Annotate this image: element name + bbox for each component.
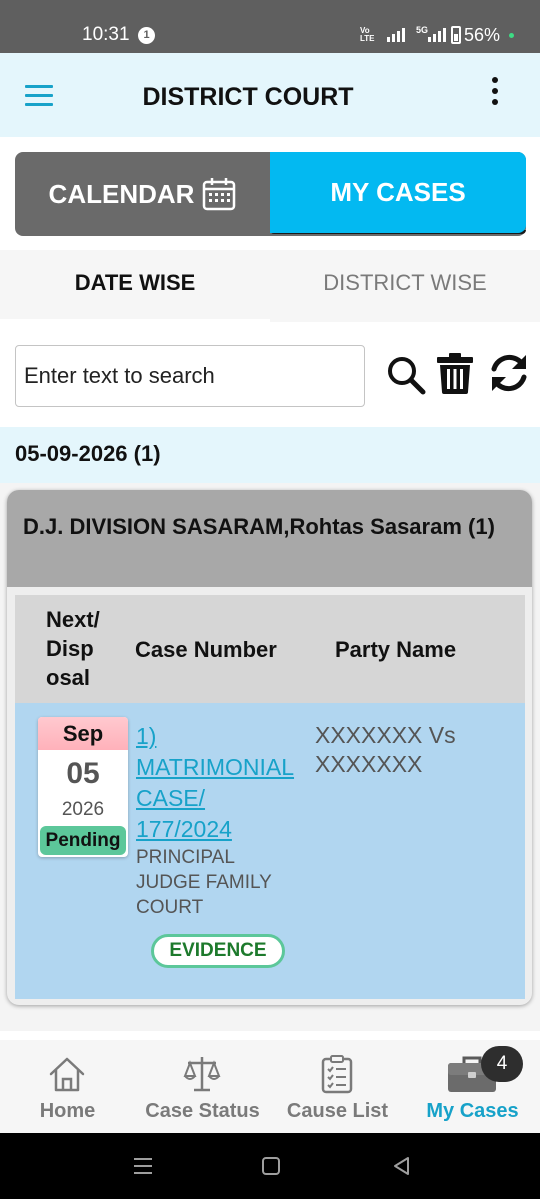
calendar-icon	[203, 178, 236, 211]
view-switcher: CALENDAR MY CASES	[15, 152, 526, 236]
date-month: Sep	[38, 717, 128, 750]
my-cases-count-badge: 4	[481, 1046, 523, 1082]
home-button-icon[interactable]	[262, 1157, 280, 1175]
search-icon[interactable]	[386, 355, 426, 395]
network-type: 5G	[416, 25, 429, 35]
signal-icon	[387, 28, 405, 42]
more-options-icon[interactable]	[488, 77, 502, 109]
battery-icon	[451, 26, 461, 44]
scales-icon	[183, 1057, 221, 1092]
next-date-badge: Sep 05 2026 Pending	[38, 717, 128, 857]
app-bar: DISTRICT COURT	[0, 53, 540, 137]
nav-case-status[interactable]: Case Status	[135, 1040, 270, 1133]
home-icon	[49, 1057, 85, 1092]
page-title: DISTRICT COURT	[142, 83, 354, 111]
case-stage-badge: EVIDENCE	[151, 934, 285, 968]
nav-case-status-label: Case Status	[145, 1100, 260, 1122]
status-bar: 10:31 1 Vo LTE 5G 56%	[0, 0, 540, 53]
nav-home[interactable]: Home	[0, 1040, 135, 1133]
column-party-name: Party Name	[335, 637, 457, 662]
date-day: 05	[66, 757, 100, 790]
tab-date-wise[interactable]: DATE WISE	[0, 250, 270, 322]
search-input[interactable]	[15, 345, 365, 407]
status-time: 10:31	[82, 24, 130, 45]
clipboard-icon	[321, 1055, 353, 1094]
subtab-bar: DATE WISE DISTRICT WISE	[0, 250, 540, 322]
volte-indicator: Vo LTE	[360, 26, 375, 43]
system-navigation-bar	[0, 1133, 540, 1199]
battery-level: 56%	[464, 25, 501, 45]
nav-cause-list-label: Cause List	[286, 1100, 389, 1122]
my-cases-tab[interactable]: MY CASES	[270, 152, 526, 233]
column-case-number: Case Number	[135, 637, 277, 662]
nav-home-label: Home	[39, 1100, 96, 1122]
nav-my-cases-label: My Cases	[426, 1100, 519, 1122]
court-card-title: D.J. DIVISION SASARAM,Rohtas Sasaram (1)	[7, 490, 532, 587]
calendar-tab[interactable]: CALENDAR	[15, 152, 270, 236]
case-number-link[interactable]: 1) MATRIMONIAL CASE/ 177/2024	[136, 721, 306, 845]
tab-district-wise[interactable]: DISTRICT WISE	[270, 250, 540, 322]
bottom-navigation: Home Case Status Cause List My Cases	[0, 1040, 540, 1133]
court-card: D.J. DIVISION SASARAM,Rohtas Sasaram (1)…	[7, 490, 532, 1005]
back-icon[interactable]	[390, 1155, 412, 1177]
trash-icon[interactable]	[436, 352, 474, 394]
refresh-icon[interactable]	[488, 352, 530, 394]
privacy-dot-icon	[509, 33, 514, 38]
recents-icon[interactable]	[134, 1158, 152, 1174]
court-name: PRINCIPAL JUDGE FAMILY COURT	[136, 847, 272, 918]
date-group-header: 05-09-2026 (1)	[0, 427, 540, 483]
signal-icon-2	[428, 28, 446, 42]
active-tab-indicator	[0, 319, 270, 322]
table-row[interactable]: Sep 05 2026 Pending 1) MATRIMONIAL CASE/…	[15, 703, 525, 999]
calendar-tab-label: CALENDAR	[48, 178, 195, 209]
column-next-disposal: Next/ Disp osal	[46, 607, 100, 690]
date-year: 2026	[61, 799, 105, 820]
party-name: XXXXXXX Vs XXXXXXX	[315, 722, 456, 777]
nav-cause-list[interactable]: Cause List	[270, 1040, 405, 1133]
table-header: Next/ Disp osal Case Number Party Name	[15, 595, 525, 703]
status-badge: Pending	[40, 826, 126, 855]
notification-count-badge: 1	[138, 27, 155, 44]
